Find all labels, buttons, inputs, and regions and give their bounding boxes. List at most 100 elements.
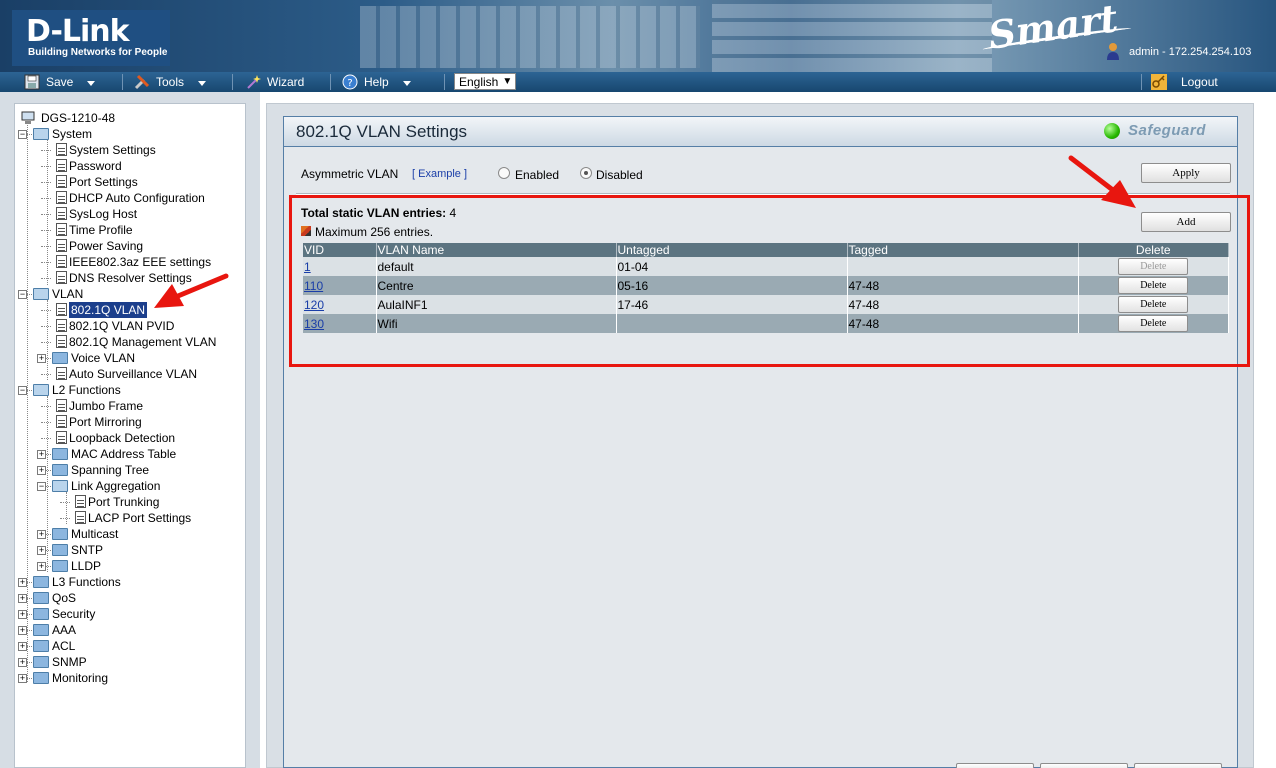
expand-toggle-icon[interactable]: + xyxy=(37,546,46,555)
tree-node-multicast[interactable]: + Multicast xyxy=(15,526,245,542)
tree-node-port-settings[interactable]: Port Settings xyxy=(15,174,245,190)
tree-node-acl[interactable]: + ACL xyxy=(15,638,245,654)
expand-toggle-icon[interactable]: + xyxy=(18,578,27,587)
tree-node-time-profile[interactable]: Time Profile xyxy=(15,222,245,238)
collapse-toggle-icon[interactable]: − xyxy=(18,386,27,395)
tree-node-vlan-pvid[interactable]: 802.1Q VLAN PVID xyxy=(15,318,245,334)
tree-node-password[interactable]: Password xyxy=(15,158,245,174)
asymmetric-disabled-radio[interactable] xyxy=(580,167,592,179)
expand-toggle-icon[interactable]: + xyxy=(18,674,27,683)
expand-toggle-icon[interactable]: + xyxy=(37,466,46,475)
tree-node-vlan-mgmt[interactable]: 802.1Q Management VLAN xyxy=(15,334,245,350)
tree-node-eee-settings[interactable]: IEEE802.3az EEE settings xyxy=(15,254,245,270)
tree-node-lacp[interactable]: LACP Port Settings xyxy=(15,510,245,526)
menu-wizard[interactable]: Wizard xyxy=(245,72,304,92)
collapse-toggle-icon[interactable]: − xyxy=(18,290,27,299)
menu-help[interactable]: ? Help xyxy=(342,72,411,92)
footer-button[interactable] xyxy=(1040,763,1128,768)
tree-node-spanning-tree[interactable]: + Spanning Tree xyxy=(15,462,245,478)
panel-titlebar: 802.1Q VLAN Settings Safeguard xyxy=(284,117,1237,147)
menu-save-label: Save xyxy=(46,75,74,89)
tree-node-aaa[interactable]: + AAA xyxy=(15,622,245,638)
dropdown-arrow-icon: ▼ xyxy=(502,76,513,87)
language-select[interactable]: English ▼ xyxy=(454,73,516,90)
folder-icon xyxy=(52,544,68,556)
expand-toggle-icon[interactable]: + xyxy=(37,530,46,539)
tree-label: L3 Functions xyxy=(52,575,121,589)
tree-node-dhcp-auto[interactable]: DHCP Auto Configuration xyxy=(15,190,245,206)
footer-button[interactable] xyxy=(1134,763,1222,768)
tree-node-snmp[interactable]: + SNMP xyxy=(15,654,245,670)
document-icon xyxy=(56,431,67,444)
tree-label: VLAN xyxy=(52,287,84,301)
tree-label: Voice VLAN xyxy=(71,351,136,365)
expand-toggle-icon[interactable]: + xyxy=(18,626,27,635)
tree-node-dns-resolver[interactable]: DNS Resolver Settings xyxy=(15,270,245,286)
tree-node-l3-functions[interactable]: + L3 Functions xyxy=(15,574,245,590)
asymmetric-vlan-example-link[interactable]: [ Example ] xyxy=(412,168,467,180)
tree-node-lldp[interactable]: + LLDP xyxy=(15,558,245,574)
tree-node-power-saving[interactable]: Power Saving xyxy=(15,238,245,254)
computer-icon xyxy=(21,111,35,124)
tree-connector xyxy=(41,406,51,407)
tree-label: LACP Port Settings xyxy=(88,511,192,525)
menu-separator xyxy=(122,74,123,90)
apply-button[interactable]: Apply xyxy=(1141,163,1231,183)
tree-node-security[interactable]: + Security xyxy=(15,606,245,622)
collapse-toggle-icon[interactable]: − xyxy=(37,482,46,491)
expand-toggle-icon[interactable]: + xyxy=(37,562,46,571)
asymmetric-enabled-radio[interactable] xyxy=(498,167,510,179)
menu-tools[interactable]: Tools xyxy=(134,72,207,92)
tree-label: Loopback Detection xyxy=(69,431,176,445)
document-icon xyxy=(56,399,67,412)
tree-label: Multicast xyxy=(71,527,119,541)
tree-label: SysLog Host xyxy=(69,207,138,221)
tree-node-monitoring[interactable]: + Monitoring xyxy=(15,670,245,686)
expand-toggle-icon[interactable]: + xyxy=(18,594,27,603)
tree-label: Security xyxy=(52,607,96,621)
tree-node-mac-table[interactable]: + MAC Address Table xyxy=(15,446,245,462)
expand-toggle-icon[interactable]: + xyxy=(37,354,46,363)
tree-label: 802.1Q Management VLAN xyxy=(69,335,217,349)
collapse-toggle-icon[interactable]: − xyxy=(18,130,27,139)
folder-icon xyxy=(33,624,49,636)
tree-node-vlan-8021q[interactable]: 802.1Q VLAN xyxy=(15,302,245,318)
expand-toggle-icon[interactable]: + xyxy=(18,642,27,651)
tree-label: AAA xyxy=(52,623,77,637)
tree-label: LLDP xyxy=(71,559,102,573)
menu-save[interactable]: Save xyxy=(24,72,96,92)
help-icon: ? xyxy=(342,74,358,90)
tree-node-port-mirroring[interactable]: Port Mirroring xyxy=(15,414,245,430)
tree-node-loopback[interactable]: Loopback Detection xyxy=(15,430,245,446)
tree-node-system[interactable]: − System xyxy=(15,126,245,142)
asymmetric-vlan-label: Asymmetric VLAN xyxy=(301,167,399,181)
tree-node-qos[interactable]: + QoS xyxy=(15,590,245,606)
tree-connector xyxy=(41,342,51,343)
menu-logout[interactable]: Logout xyxy=(1151,72,1218,92)
tree-node-port-trunking[interactable]: Port Trunking xyxy=(15,494,245,510)
tree-node-surveillance-vlan[interactable]: Auto Surveillance VLAN xyxy=(15,366,245,382)
tree-label: MAC Address Table xyxy=(71,447,177,461)
asymmetric-enabled-label: Enabled xyxy=(515,168,560,182)
expand-toggle-icon[interactable]: + xyxy=(18,610,27,619)
chevron-down-icon xyxy=(87,80,96,86)
expand-toggle-icon[interactable]: + xyxy=(18,658,27,667)
tree-node-vlan[interactable]: − VLAN xyxy=(15,286,245,302)
expand-toggle-icon[interactable]: + xyxy=(37,450,46,459)
folder-icon xyxy=(33,608,49,620)
tree-node-sntp[interactable]: + SNTP xyxy=(15,542,245,558)
tree-node-voice-vlan[interactable]: + Voice VLAN xyxy=(15,350,245,366)
tree-label: IEEE802.3az EEE settings xyxy=(69,255,212,269)
document-icon xyxy=(56,143,67,156)
tree-label: Port Trunking xyxy=(88,495,160,509)
footer-button[interactable] xyxy=(956,763,1034,768)
tree-node-link-aggregation[interactable]: − Link Aggregation xyxy=(15,478,245,494)
chevron-down-icon xyxy=(402,80,411,86)
document-icon xyxy=(56,367,67,380)
tree-label: Port Mirroring xyxy=(69,415,142,429)
app-header: D-Link Building Networks for People Smar… xyxy=(0,0,1276,72)
tree-node-syslog-host[interactable]: SysLog Host xyxy=(15,206,245,222)
tree-node-jumbo-frame[interactable]: Jumbo Frame xyxy=(15,398,245,414)
tree-node-system-settings[interactable]: System Settings xyxy=(15,142,245,158)
tree-node-l2-functions[interactable]: − L2 Functions xyxy=(15,382,245,398)
